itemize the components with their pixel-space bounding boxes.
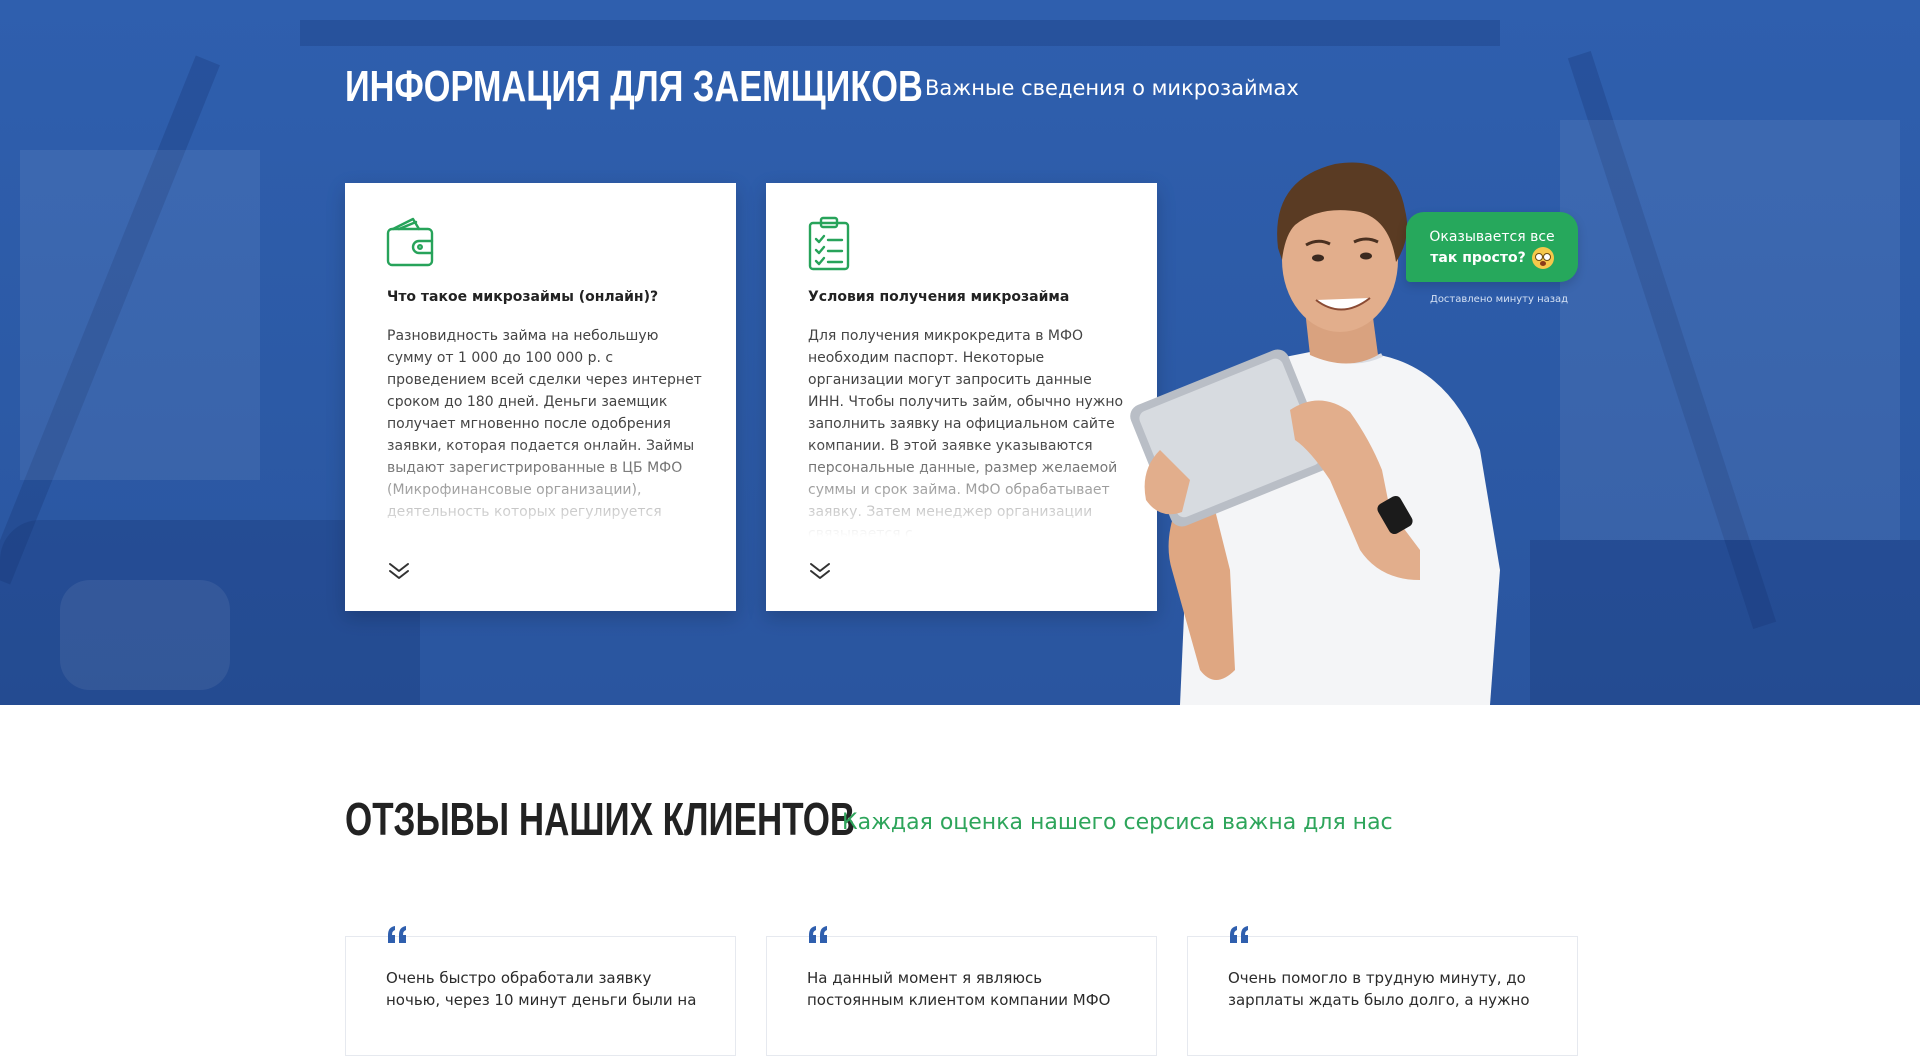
quote-icon <box>1228 923 1250 945</box>
backdrop-window <box>20 150 260 480</box>
bubble-status: Доставлено минуту назад <box>1430 294 1569 305</box>
review-card: Очень быстро обработали заявку ночью, че… <box>345 926 736 1056</box>
info-card-conditions: Условия получения микрозайма Для получен… <box>766 183 1157 611</box>
chat-bubble: Оказывается все так просто? <box>1406 212 1578 282</box>
review-text: Очень быстро обработали заявку ночью, че… <box>386 969 697 1009</box>
review-text: На данный момент я являюсь постоянным кл… <box>807 969 1111 1009</box>
card-title: Условия получения микрозайма <box>808 289 1070 305</box>
bubble-line-2-text: так просто? <box>1430 250 1526 266</box>
backdrop-table <box>1530 540 1920 705</box>
chevron-double-down-icon[interactable] <box>387 561 411 581</box>
card-text: Разновидность займа на небольшую сумму о… <box>387 328 702 520</box>
chevron-double-down-icon[interactable] <box>808 561 832 581</box>
card-title: Что такое микрозаймы (онлайн)? <box>387 289 659 305</box>
review-card: На данный момент я являюсь постоянным кл… <box>766 926 1157 1056</box>
bubble-line-1: Оказывается все <box>1429 229 1555 245</box>
review-card: Очень помогло в трудную минуту, до зарпл… <box>1187 926 1578 1056</box>
hero-section: ИНФОРМАЦИЯ ДЛЯ ЗАЕМЩИКОВ Важные сведения… <box>0 0 1920 705</box>
bubble-line-2: так просто? <box>1430 247 1554 269</box>
quote-icon <box>807 923 829 945</box>
clipboard-checklist-icon <box>804 215 858 271</box>
backdrop-pillow <box>60 580 230 690</box>
review-text: Очень помогло в трудную минуту, до зарпл… <box>1228 969 1530 1009</box>
backdrop-window <box>1560 120 1900 540</box>
info-card-microloans: Что такое микрозаймы (онлайн)? Разновидн… <box>345 183 736 611</box>
card-text: Для получения микрокредита в МФО необход… <box>808 328 1124 537</box>
quote-icon <box>386 923 408 945</box>
wallet-icon <box>383 215 437 271</box>
surprised-emoji-icon <box>1531 247 1554 269</box>
page-title: ИНФОРМАЦИЯ ДЛЯ ЗАЕМЩИКОВ <box>345 62 923 111</box>
backdrop-beam <box>300 20 1500 46</box>
page-subtitle: Важные сведения о микрозаймах <box>925 76 1299 100</box>
reviews-subtitle: Каждая оценка нашего серсиса важна для н… <box>842 810 1393 835</box>
reviews-title: ОТЗЫВЫ НАШИХ КЛИЕНТОВ <box>345 793 856 845</box>
